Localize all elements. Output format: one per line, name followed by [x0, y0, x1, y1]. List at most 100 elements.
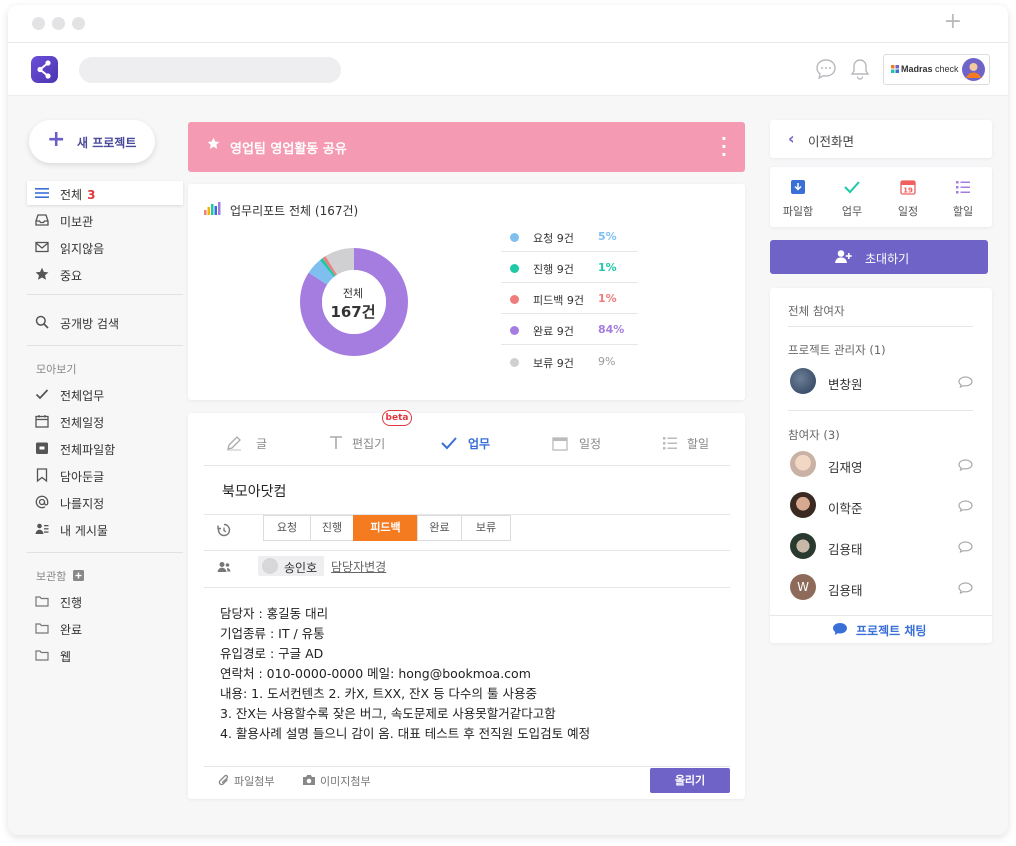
participants-panel: 전체 참여자 프로젝트 관리자 (1) 변창원 참여자 (3) 김재영 이학준 …: [770, 288, 992, 643]
window-maximize-dot[interactable]: [72, 17, 85, 30]
menu-icon: [35, 188, 49, 198]
legend-percent: 9%: [598, 355, 616, 368]
task-report-card: 업무리포트 전체 (167건) 전체 167건 요청 9건 5% 진행 9건 1% 피드…: [188, 184, 745, 400]
sidebar-folder-web[interactable]: 웹: [27, 643, 183, 667]
chat-icon[interactable]: [815, 58, 837, 83]
tool-label: 일정: [897, 205, 919, 218]
check-icon: [844, 181, 860, 194]
message-icon[interactable]: [958, 582, 973, 594]
invite-label: 초대하기: [865, 252, 910, 266]
message-icon[interactable]: [958, 500, 973, 512]
sidebar-item-label: 나를지정: [60, 497, 105, 511]
sidebar-item-all-schedule[interactable]: 전체일정: [27, 409, 183, 433]
project-banner: 영업팀 영업활동 공유 · · ·: [188, 122, 745, 172]
collect-heading: 모아보기: [36, 363, 77, 376]
bookmark-icon: [36, 468, 48, 482]
new-tab-icon[interactable]: +: [944, 11, 962, 33]
status-option[interactable]: 피드백: [353, 515, 418, 541]
participant-admin[interactable]: 변창원: [790, 368, 980, 396]
avatar: [790, 368, 816, 394]
sidebar-item-all-files[interactable]: 전체파일함: [27, 436, 183, 460]
window-minimize-dot[interactable]: [52, 17, 65, 30]
all-participants-heading: 전체 참여자: [788, 304, 845, 318]
user-list-icon: [35, 523, 49, 534]
sidebar-item-important[interactable]: 중요: [27, 262, 183, 286]
sidebar-folder-done[interactable]: 완료: [27, 616, 183, 640]
global-search-input[interactable]: [79, 57, 341, 83]
sidebar-item-unarchived[interactable]: 미보관: [27, 208, 183, 232]
sidebar-item-saved[interactable]: 담아둔글: [27, 463, 183, 487]
user-avatar[interactable]: [962, 58, 985, 81]
plus-icon: +: [47, 127, 66, 152]
assignee-chip[interactable]: 송인호: [258, 556, 324, 576]
status-option[interactable]: 완료: [417, 515, 462, 541]
legend-percent: 1%: [598, 261, 617, 274]
participant-name: 김용태: [828, 583, 863, 598]
assignee-icon: [217, 562, 231, 572]
tool-task[interactable]: 업무: [827, 179, 877, 218]
status-history-icon: [217, 523, 231, 537]
new-project-button[interactable]: + 새 프로젝트: [29, 120, 155, 163]
tab-label: 일정: [579, 437, 602, 451]
submit-button[interactable]: 올리기: [650, 768, 730, 793]
brand-mark-icon: [891, 65, 899, 73]
participant-member[interactable]: 김재영: [790, 451, 980, 479]
message-icon[interactable]: [958, 541, 973, 553]
more-options-icon[interactable]: · · ·: [721, 131, 727, 163]
task-title-input[interactable]: 북모아닷컴: [222, 481, 286, 501]
sidebar-item-unread[interactable]: 읽지않음: [27, 235, 183, 259]
sidebar-item-label: 완료: [60, 623, 83, 637]
project-chat-button[interactable]: 프로젝트 채팅: [770, 615, 992, 643]
tool-label: 업무: [841, 205, 863, 218]
tool-todo[interactable]: 할일: [938, 179, 988, 218]
participant-member[interactable]: 김용태: [790, 533, 980, 561]
attach-file-button[interactable]: 파일첨부: [218, 773, 274, 789]
project-chat-label: 프로젝트 채팅: [856, 624, 927, 638]
sidebar-item-label: 전체: [60, 188, 83, 202]
back-button[interactable]: ‹ 이전화면: [770, 120, 992, 158]
tool-file-box[interactable]: 파일함: [773, 179, 823, 218]
svg-text:19: 19: [903, 187, 913, 195]
invite-button[interactable]: 초대하기: [770, 240, 988, 274]
status-option[interactable]: 보류: [461, 515, 511, 541]
change-assignee-link[interactable]: 담당자변경: [331, 558, 386, 575]
legend-label: 진행 9건: [533, 263, 574, 276]
sidebar-item-all[interactable]: 전체 3: [27, 181, 183, 205]
tool-schedule[interactable]: 19 일정: [883, 179, 933, 218]
participant-member[interactable]: 이학준: [790, 492, 980, 520]
legend-label: 완료 9건: [533, 325, 574, 338]
add-folder-icon[interactable]: [72, 570, 84, 581]
star-icon: [35, 267, 49, 280]
star-icon[interactable]: [207, 137, 220, 150]
app-logo[interactable]: [31, 56, 58, 83]
list-icon: [663, 437, 677, 450]
user-account-chip[interactable]: Madras check: [883, 54, 990, 85]
folder-icon: [35, 623, 49, 634]
sidebar-item-mentions[interactable]: 나를지정: [27, 490, 183, 514]
legend-item: 진행 9건 1%: [501, 252, 638, 283]
sidebar-item-my-posts[interactable]: 내 게시물: [27, 517, 183, 541]
sidebar-item-label: 전체업무: [60, 389, 105, 403]
compose-card: 글 편집기 beta 업무 일정 할일 북모아닷컴 요청 진행 피드백 완료 보류 송인…: [188, 410, 745, 799]
assignee-name: 송인호: [284, 561, 318, 575]
message-icon[interactable]: [958, 376, 973, 388]
sidebar-divider: [27, 294, 183, 295]
sidebar-item-all-tasks[interactable]: 전체업무: [27, 382, 183, 406]
avatar: [262, 558, 278, 574]
sidebar-item-public-search[interactable]: 공개방 검색: [27, 310, 183, 334]
legend-label: 보류 9건: [533, 357, 574, 370]
body-line: 4. 활용사례 설명 들으니 감이 옴. 대표 테스트 후 전직원 도입검토 예…: [220, 726, 591, 741]
status-option[interactable]: 요청: [263, 515, 311, 541]
legend-percent: 1%: [598, 292, 617, 305]
app-header: Madras check: [8, 43, 1008, 96]
status-option[interactable]: 진행: [310, 515, 354, 541]
calendar-icon: 19: [900, 180, 916, 195]
participant-member[interactable]: W 김용태: [790, 574, 980, 602]
legend-swatch: [510, 264, 519, 273]
window-close-dot[interactable]: [32, 17, 45, 30]
attach-image-button[interactable]: 이미지첨부: [302, 773, 371, 789]
body-line: 기업종류 : IT / 유통: [220, 626, 325, 641]
sidebar-folder-in-progress[interactable]: 진행: [27, 589, 183, 613]
message-icon[interactable]: [958, 459, 973, 471]
bell-icon[interactable]: [849, 57, 871, 84]
